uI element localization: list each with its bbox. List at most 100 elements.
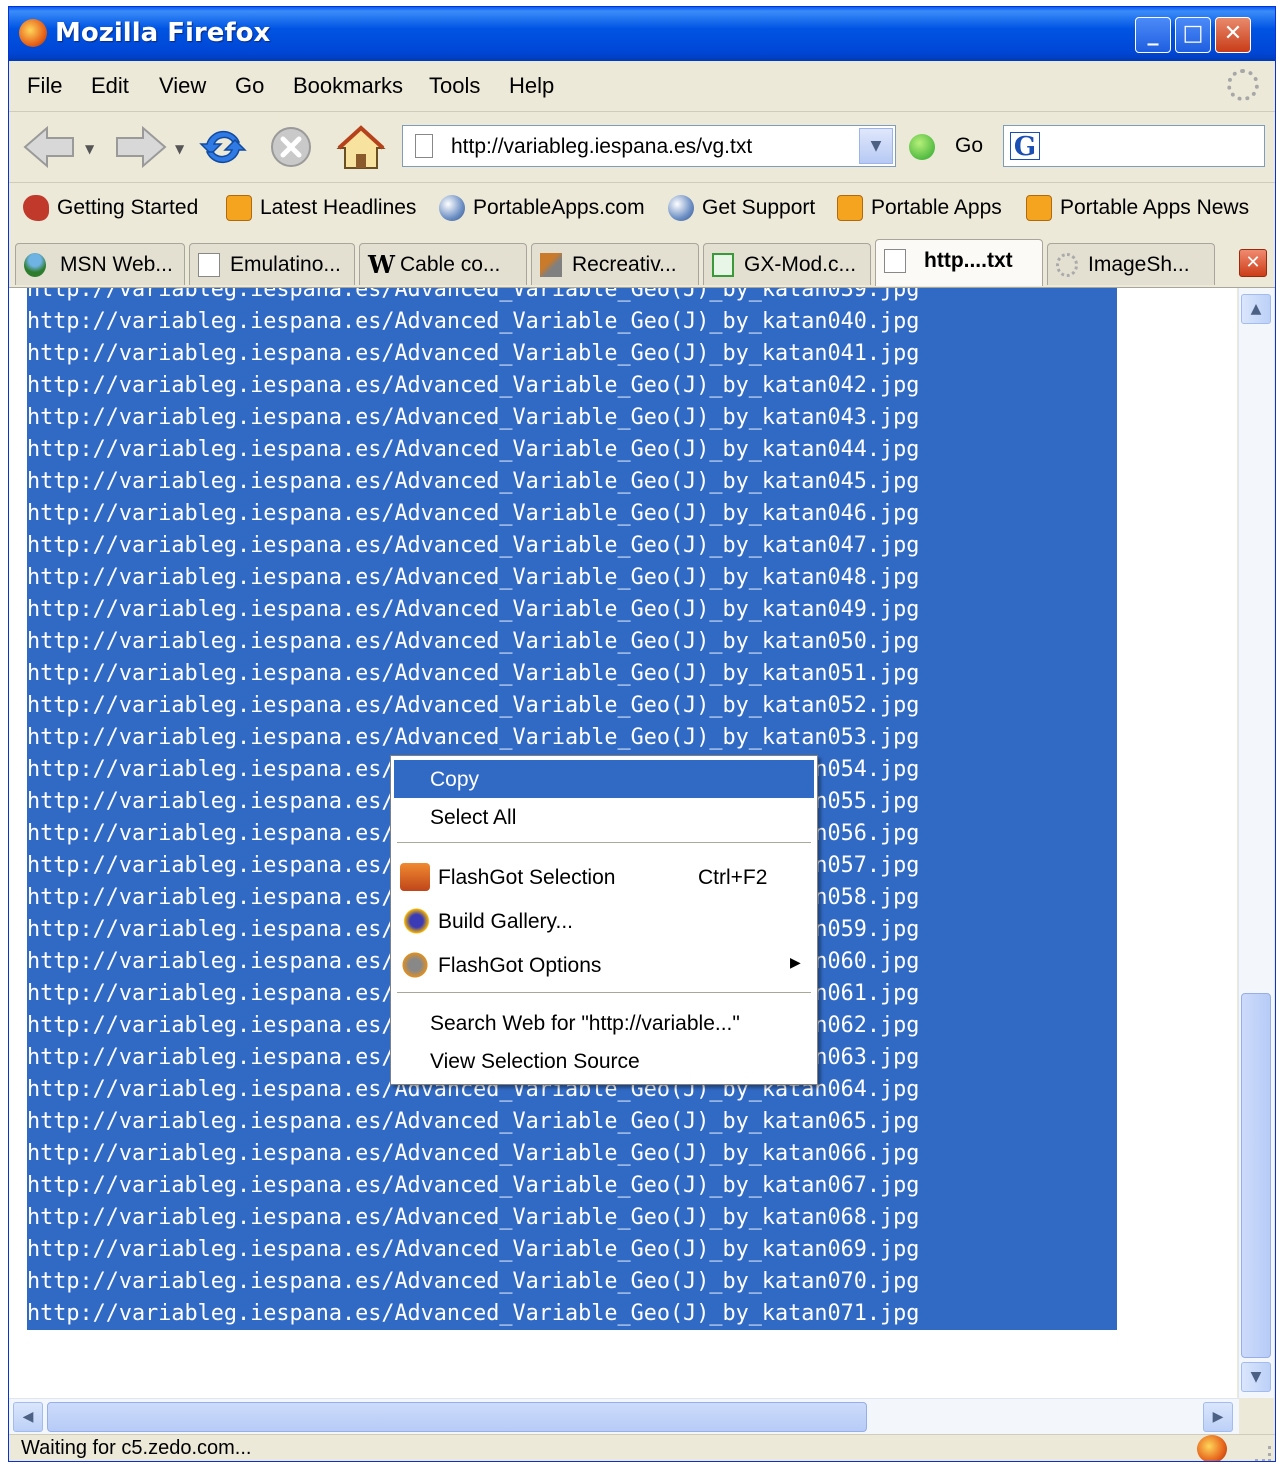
forward-history-arrow-icon[interactable]: ▼ — [175, 142, 184, 156]
options-gear-icon — [400, 951, 430, 979]
horizontal-scroll-thumb[interactable] — [47, 1402, 867, 1432]
text-line: http://variableg.iespana.es/Advanced_Var… — [27, 722, 1117, 754]
menu-separator — [397, 842, 811, 843]
bookmark-label: Portable Apps — [871, 196, 1002, 219]
tab-cable-co[interactable]: W Cable co... — [359, 243, 527, 285]
close-window-button[interactable]: ✕ — [1215, 17, 1251, 53]
tab-gx-mod[interactable]: GX-Mod.c... — [703, 243, 871, 285]
context-menu: Copy Select All FlashGot Selection Ctrl+… — [390, 755, 818, 1085]
tab-http-txt[interactable]: http....txt — [875, 239, 1043, 286]
close-tab-button[interactable]: ✕ — [1239, 249, 1267, 277]
text-line: http://variableg.iespana.es/Advanced_Var… — [27, 288, 1117, 306]
flashgot-icon — [400, 863, 430, 891]
msn-icon — [24, 253, 46, 277]
title-bar[interactable]: Mozilla Firefox _ □ ✕ — [9, 7, 1275, 61]
bookmark-label: Portable Apps News — [1060, 196, 1250, 219]
scroll-down-arrow-icon[interactable]: ▼ — [1241, 1362, 1271, 1392]
tab-label: MSN Web... — [60, 253, 173, 276]
tab-recreativ[interactable]: Recreativ... — [531, 243, 699, 285]
menu-item-label: View Selection Source — [430, 1050, 640, 1073]
horizontal-scrollbar[interactable]: ◀ ▶ — [9, 1398, 1239, 1434]
url-history-dropdown-icon[interactable]: ▼ — [859, 128, 893, 164]
text-line: http://variableg.iespana.es/Advanced_Var… — [27, 338, 1117, 370]
tab-label: Emulatino... — [230, 253, 341, 276]
bookmark-label: Latest Headlines — [260, 196, 417, 219]
menu-help[interactable]: Help — [509, 73, 554, 99]
page-icon — [884, 249, 906, 273]
bookmark-portable-apps[interactable]: Portable Apps — [837, 195, 1002, 225]
tab-imagesh[interactable]: ImageSh... — [1047, 243, 1215, 285]
menu-item-label: Select All — [430, 806, 517, 829]
go-label: Go — [955, 134, 984, 157]
menu-item-build-gallery[interactable]: Build Gallery... — [394, 902, 814, 940]
vertical-scroll-thumb[interactable] — [1241, 993, 1271, 1358]
page-icon — [415, 134, 433, 158]
menu-item-label: FlashGot Options — [438, 954, 602, 977]
menu-tools[interactable]: Tools — [429, 73, 480, 99]
text-line: http://variableg.iespana.es/Advanced_Var… — [27, 1106, 1117, 1138]
window-title: Mozilla Firefox — [55, 18, 271, 48]
maximize-button[interactable]: □ — [1175, 17, 1211, 53]
text-line: http://variableg.iespana.es/Advanced_Var… — [27, 1138, 1117, 1170]
text-line: http://variableg.iespana.es/Advanced_Var… — [27, 370, 1117, 402]
stop-button[interactable] — [267, 124, 315, 170]
menu-bookmarks[interactable]: Bookmarks — [293, 73, 403, 99]
firefox-status-icon[interactable] — [1197, 1435, 1227, 1461]
bookmark-latest-headlines[interactable]: Latest Headlines — [226, 195, 416, 225]
menu-file[interactable]: File — [27, 73, 62, 99]
text-line: http://variableg.iespana.es/Advanced_Var… — [27, 1170, 1117, 1202]
menu-separator — [397, 992, 811, 993]
back-history-arrow-icon[interactable]: ▼ — [85, 142, 94, 156]
menu-go[interactable]: Go — [235, 73, 264, 99]
menu-item-label: Copy — [430, 768, 480, 791]
back-button[interactable] — [21, 124, 81, 170]
scroll-left-arrow-icon[interactable]: ◀ — [13, 1402, 43, 1432]
gallery-eye-icon — [400, 907, 430, 935]
menu-view[interactable]: View — [159, 73, 206, 99]
tab-label: http....txt — [924, 249, 1013, 272]
loading-icon — [1056, 253, 1078, 277]
text-line: http://variableg.iespana.es/Advanced_Var… — [27, 402, 1117, 434]
text-line: http://variableg.iespana.es/Advanced_Var… — [27, 306, 1117, 338]
home-button[interactable] — [335, 124, 387, 170]
navigation-toolbar: ▼ ▼ ▼ Go G — [9, 112, 1275, 183]
gx-icon — [712, 253, 734, 277]
shortcut-label: Ctrl+F2 — [698, 866, 768, 889]
bookmark-label: Getting Started — [57, 196, 199, 219]
text-line: http://variableg.iespana.es/Advanced_Var… — [27, 498, 1117, 530]
text-line: http://variableg.iespana.es/Advanced_Var… — [27, 626, 1117, 658]
tab-label: ImageSh... — [1088, 253, 1190, 276]
google-search-engine-icon[interactable]: G — [1010, 132, 1040, 161]
resize-grip-icon[interactable] — [1255, 1446, 1271, 1461]
tools-icon — [540, 253, 562, 277]
firefox-icon — [19, 19, 47, 47]
menu-item-flashgot-selection[interactable]: FlashGot Selection Ctrl+F2 — [394, 858, 814, 896]
bookmark-get-support[interactable]: Get Support — [668, 195, 815, 225]
page-icon — [198, 253, 220, 277]
search-input[interactable] — [1048, 132, 1262, 162]
menu-bar: File Edit View Go Bookmarks Tools Help — [9, 61, 1275, 112]
reload-button[interactable] — [199, 124, 247, 170]
menu-item-flashgot-options[interactable]: FlashGot Options ▶ — [394, 946, 814, 984]
scroll-right-arrow-icon[interactable]: ▶ — [1203, 1402, 1233, 1432]
menu-item-view-selection-source[interactable]: View Selection Source — [394, 1042, 814, 1080]
scroll-up-arrow-icon[interactable]: ▲ — [1241, 294, 1271, 324]
tab-emulatino[interactable]: Emulatino... — [189, 243, 355, 285]
minimize-button[interactable]: _ — [1135, 17, 1171, 53]
tab-msn-web[interactable]: MSN Web... — [15, 243, 185, 285]
menu-item-copy[interactable]: Copy — [394, 760, 814, 798]
text-line: http://variableg.iespana.es/Advanced_Var… — [27, 562, 1117, 594]
tab-label: Recreativ... — [572, 253, 677, 276]
vertical-scrollbar[interactable]: ▲ ▼ — [1238, 288, 1274, 1398]
url-input[interactable] — [449, 132, 843, 162]
forward-button[interactable] — [109, 124, 169, 170]
bookmark-getting-started[interactable]: Getting Started — [23, 195, 198, 225]
url-bar[interactable]: ▼ — [402, 125, 896, 167]
menu-item-select-all[interactable]: Select All — [394, 798, 814, 836]
menu-item-search-web[interactable]: Search Web for "http://variable..." — [394, 1004, 814, 1042]
bookmark-portable-apps-news[interactable]: Portable Apps News — [1026, 195, 1249, 225]
bookmark-portableapps-com[interactable]: PortableApps.com — [439, 195, 645, 225]
text-line: http://variableg.iespana.es/Advanced_Var… — [27, 434, 1117, 466]
search-box[interactable]: G — [1003, 125, 1265, 167]
menu-edit[interactable]: Edit — [91, 73, 129, 99]
